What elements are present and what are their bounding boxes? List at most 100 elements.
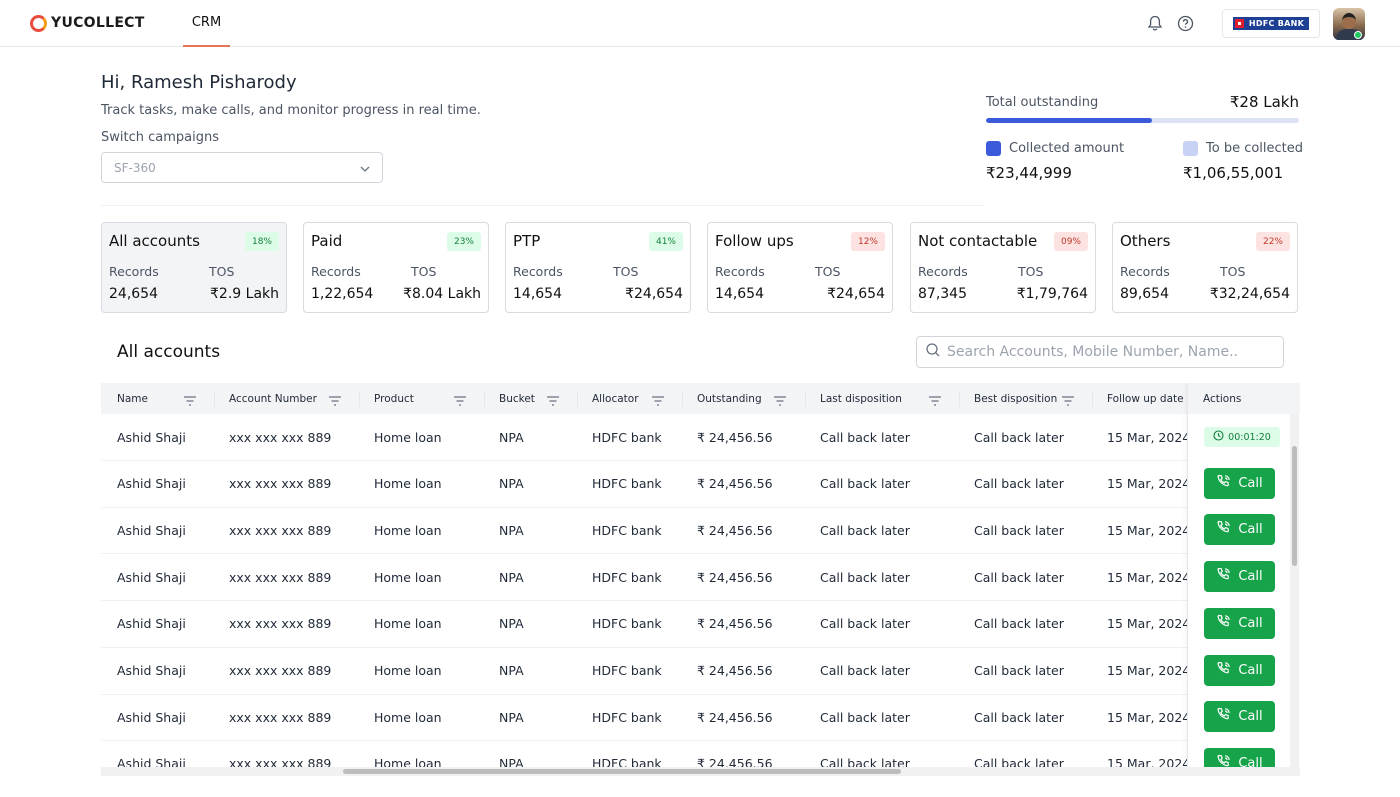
table-row[interactable]: Ashid Shaji xxx xxx xxx 889 Home loan NPA HD… [101, 414, 1300, 461]
column-separator [682, 391, 683, 407]
filter-icon[interactable] [546, 392, 560, 406]
phone-icon [1216, 520, 1231, 539]
table-row[interactable]: Ashid Shaji xxx xxx xxx 889 Home loan NPA HD… [101, 601, 1300, 648]
call-timer-value: 00:01:20 [1228, 431, 1271, 443]
legend-collected: Collected amount [986, 141, 1124, 156]
clock-icon [1213, 430, 1224, 444]
stat-card-tos-label: TOS [209, 264, 235, 279]
call-timer: 00:01:20 [1204, 427, 1280, 447]
page-title: Hi, Ramesh Pisharody [101, 72, 297, 93]
cell-outstanding: ₹ 24,456.56 [697, 476, 773, 492]
account-search[interactable] [916, 336, 1284, 368]
column-separator [214, 391, 215, 407]
cell-follow-up-date: 15 Mar, 2024 [1107, 616, 1191, 632]
cell-best-disposition: Call back later [974, 663, 1064, 678]
stat-card-tos-value: ₹8.04 Lakh [403, 286, 481, 302]
stat-card-others[interactable]: Others 22% Records TOS 89,654 ₹32,24,654 [1112, 222, 1298, 313]
table-row[interactable]: Ashid Shaji xxx xxx xxx 889 Home loan NPA HD… [101, 507, 1300, 555]
cell-name: Ashid Shaji [117, 429, 186, 445]
column-header-last-disposition[interactable]: Last disposition [820, 383, 902, 414]
table-row[interactable]: Ashid Shaji xxx xxx xxx 889 Home loan NPA HD… [101, 461, 1300, 508]
filter-icon[interactable] [928, 392, 942, 406]
filter-icon[interactable] [651, 392, 665, 406]
filter-icon[interactable] [183, 392, 197, 406]
bell-icon[interactable] [1145, 13, 1165, 33]
cell-account-number: xxx xxx xxx 889 [229, 522, 332, 538]
call-button[interactable]: Call [1204, 514, 1275, 546]
table-row[interactable]: Ashid Shaji xxx xxx xxx 889 Home loan NPA HD… [101, 648, 1300, 695]
campaign-select-value: SF-360 [114, 160, 156, 175]
cell-follow-up-date: 15 Mar, 2024 [1107, 522, 1191, 538]
cell-best-disposition: Call back later [974, 616, 1064, 632]
column-header-account-number[interactable]: Account Number [229, 383, 317, 414]
stat-card-percent-badge: 18% [244, 232, 279, 251]
stat-card-paid[interactable]: Paid 23% Records TOS 1,22,654 ₹8.04 Lakh [303, 222, 489, 313]
column-separator [577, 391, 578, 407]
cell-name: Ashid Shaji [117, 663, 186, 678]
stat-card-not-contactable[interactable]: Not contactable 09% Records TOS 87,345 ₹1,79,… [910, 222, 1096, 313]
stat-card-ptp[interactable]: PTP 41% Records TOS 14,654 ₹24,654 [505, 222, 691, 313]
column-separator [359, 391, 360, 407]
call-button[interactable]: Call [1204, 607, 1275, 639]
stat-card-records-label: Records [513, 264, 563, 279]
horizontal-scrollbar[interactable] [101, 767, 1300, 776]
stat-card-follow-ups[interactable]: Follow ups 12% Records TOS 14,654 ₹24,654 [707, 222, 893, 313]
search-input[interactable] [947, 344, 1267, 360]
stat-card-title: Follow ups [715, 232, 794, 250]
bank-switcher[interactable]: HDFC BANK [1222, 9, 1320, 38]
stat-card-tos-value: ₹32,24,654 [1209, 286, 1290, 302]
vertical-scroll-thumb[interactable] [1292, 446, 1297, 566]
actions-column: Actions 00:01:20 Call Call Call Call Call Call… [1187, 383, 1291, 776]
cell-name: Ashid Shaji [117, 569, 186, 585]
cell-name: Ashid Shaji [117, 616, 186, 632]
yucollect-logo[interactable]: YUCOLLECT [30, 13, 145, 33]
filter-icon[interactable] [328, 392, 342, 406]
stat-card-records-value: 89,654 [1120, 286, 1169, 302]
stat-card-records-label: Records [311, 264, 361, 279]
switch-campaigns-label: Switch campaigns [101, 130, 219, 145]
cell-outstanding: ₹ 24,456.56 [697, 429, 773, 445]
call-button[interactable]: Call [1204, 701, 1275, 733]
filter-icon[interactable] [1061, 392, 1075, 406]
vertical-scrollbar[interactable] [1290, 414, 1299, 776]
cell-best-disposition: Call back later [974, 429, 1064, 445]
cell-bucket: NPA [499, 569, 524, 585]
column-header-follow-up-date[interactable]: Follow up date [1107, 383, 1184, 414]
call-button[interactable]: Call [1204, 561, 1275, 593]
stat-card-all-accounts[interactable]: All accounts 18% Records TOS 24,654 ₹2.9 Lakh [101, 222, 287, 313]
cell-allocator: HDFC bank [592, 663, 662, 678]
column-header-outstanding[interactable]: Outstanding [697, 383, 762, 414]
call-button-label: Call [1238, 475, 1263, 491]
filter-icon[interactable] [453, 392, 467, 406]
stat-card-records-value: 1,22,654 [311, 286, 374, 302]
campaign-select[interactable]: SF-360 [101, 152, 383, 183]
stat-card-tos-value: ₹1,79,764 [1016, 286, 1088, 302]
call-button[interactable]: Call [1204, 467, 1275, 499]
call-button-label: Call [1238, 569, 1263, 585]
column-header-product[interactable]: Product [374, 383, 414, 414]
horizontal-scroll-thumb[interactable] [343, 769, 901, 774]
cell-outstanding: ₹ 24,456.56 [697, 616, 773, 632]
filter-icon[interactable] [773, 392, 787, 406]
nav-tab-crm[interactable]: CRM [183, 0, 230, 47]
cell-follow-up-date: 15 Mar, 2024 [1107, 663, 1191, 678]
cell-bucket: NPA [499, 616, 524, 632]
call-button[interactable]: Call [1204, 654, 1275, 686]
collection-progress-fill [986, 118, 1152, 123]
table-row[interactable]: Ashid Shaji xxx xxx xxx 889 Home loan NPA HD… [101, 694, 1300, 742]
help-icon[interactable] [1175, 13, 1195, 33]
column-header-bucket[interactable]: Bucket [499, 383, 535, 414]
table-row[interactable]: Ashid Shaji xxx xxx xxx 889 Home loan NPA HD… [101, 554, 1300, 602]
cell-account-number: xxx xxx xxx 889 [229, 616, 332, 632]
phone-icon [1216, 707, 1231, 726]
cell-outstanding: ₹ 24,456.56 [697, 569, 773, 585]
legend-to-collect: To be collected [1183, 141, 1303, 156]
cell-name: Ashid Shaji [117, 476, 186, 492]
stat-card-records-label: Records [109, 264, 159, 279]
column-header-best-disposition[interactable]: Best disposition [974, 383, 1057, 414]
stat-card-records-value: 14,654 [513, 286, 562, 302]
call-button-label: Call [1238, 662, 1263, 678]
cell-allocator: HDFC bank [592, 569, 662, 585]
column-header-name[interactable]: Name [117, 383, 148, 414]
column-header-allocator[interactable]: Allocator [592, 383, 639, 414]
